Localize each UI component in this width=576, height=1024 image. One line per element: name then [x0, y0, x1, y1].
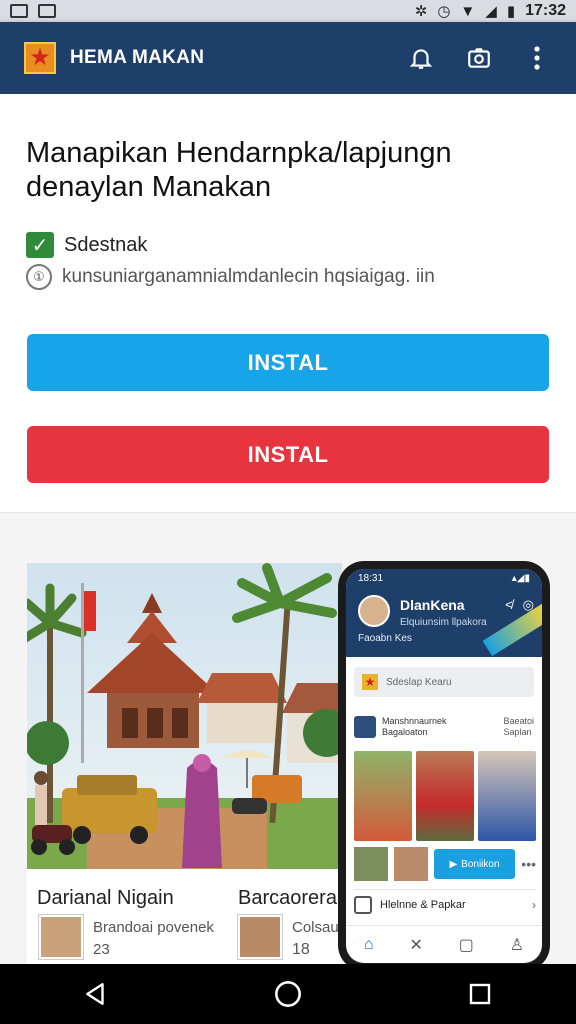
avatar [354, 716, 376, 738]
intro-section: Manapikan Hendarnpka/lapjungn denaylan M… [0, 94, 576, 512]
phone-bottom-nav: ⌂ ✕ ▢ ♙ [346, 925, 542, 963]
install-button-secondary[interactable]: INSTAL [27, 426, 549, 483]
share-icon: ≮ [505, 597, 513, 612]
back-icon [86, 983, 104, 1005]
post-subtitle: Bagaloaton [382, 727, 428, 737]
phone-post: Manshnnaurnek Bagaloaton Baeatoi Saplan [354, 709, 534, 745]
phone-media-row: ▶ Boniikon ••• [354, 847, 536, 881]
profile-label: Faoabn Kes [358, 633, 412, 644]
phone-screen: 18:31 ▴◢▮ DlanKena Elquiunsim llpakora F… [346, 569, 542, 963]
home-icon: ⌂ [363, 935, 374, 953]
status-time: 17:32 [525, 2, 566, 19]
checkbox-label: Sdestnak [64, 233, 148, 256]
mail-icon [38, 4, 56, 18]
recents-button[interactable] [460, 974, 500, 1014]
card-subtitle: Brandoai povenek [93, 919, 214, 936]
profile-subtitle: Elquiunsim llpakora [400, 617, 487, 628]
battery-icon: ▮ [506, 2, 516, 20]
checkbox-row[interactable]: ✓ Sdestnak [26, 232, 147, 258]
post-title: Manshnnaurnek [382, 716, 447, 726]
thumbnail [478, 751, 536, 841]
screen: ✲ ◷ ▼ ◢ ▮ 17:32 ★ HEMA MAKAN Manapikan H… [0, 0, 576, 1024]
page-title: Manapikan Hendarnpka/lapjungn denaylan M… [26, 137, 452, 203]
signal-icon: ◢ [485, 2, 497, 20]
list-item-label: Hlelnne & Papkar [380, 898, 466, 911]
info-text: kunsuniarganamnialmdanlecin hqsiaigag. i… [62, 266, 435, 287]
post-side-b: Saplan [503, 727, 532, 737]
more-vert-icon[interactable] [522, 43, 552, 73]
card-title: Darianal Nigain [37, 887, 174, 909]
info-row: ① kunsuniarganamnialmdanlecin hqsiaigag.… [26, 264, 556, 290]
image-icon [10, 4, 28, 18]
bell-icon[interactable] [406, 43, 436, 73]
phone-search-bar: ★ Sdeslap Kearu [354, 667, 534, 697]
screenshot-card[interactable]: Darianal Nigain Barcaorera Brandoai pove… [27, 563, 342, 965]
post-side-a: Baeatoi [503, 716, 534, 726]
play-icon: ▶ [449, 858, 458, 870]
card-count: 23 [93, 941, 110, 958]
phone-list-item: Hlelnne & Papkar › [354, 889, 536, 919]
more-horiz-icon: ••• [521, 856, 537, 872]
app-title: HEMA MAKAN [70, 47, 205, 68]
camera-icon[interactable] [464, 43, 494, 73]
avatar [39, 915, 83, 959]
status-right: ✲ ◷ ▼ ◢ ▮ 17:32 [415, 2, 566, 20]
alarm-icon: ◷ [437, 2, 451, 20]
app-logo-icon: ★ [362, 674, 378, 690]
phone-thumbnails [354, 751, 536, 841]
phone-search-placeholder: Sdeslap Kearu [386, 676, 452, 688]
post-text: Manshnnaurnek Bagaloaton [382, 716, 447, 738]
phone-mockup: 18:31 ▴◢▮ DlanKena Elquiunsim llpakora F… [338, 561, 550, 971]
person-icon: ♙ [509, 936, 525, 954]
post-side: Baeatoi Saplan [503, 716, 534, 738]
home-circle-icon [275, 981, 301, 1007]
phone-status-time: 18:31 [358, 572, 384, 584]
chevron-right-icon: › [532, 897, 536, 912]
checkbox[interactable]: ✓ [26, 232, 54, 258]
avatar [358, 595, 390, 627]
phone-profile-header: DlanKena Elquiunsim llpakora Faoabn Kes … [346, 587, 542, 657]
tools-icon: ✕ [409, 936, 423, 954]
back-button[interactable] [76, 974, 116, 1014]
thumbnail [354, 751, 412, 841]
thumbnail [416, 751, 474, 841]
screenshot-gallery[interactable]: Darianal Nigain Barcaorera Brandoai pove… [0, 512, 576, 971]
wifi-icon: ▼ [460, 2, 476, 20]
bookmark-icon: ▢ [458, 936, 474, 954]
phone-status-bar: 18:31 ▴◢▮ [346, 569, 542, 587]
status-left [10, 4, 56, 18]
install-button-primary[interactable]: INSTAL [27, 334, 549, 391]
home-button[interactable] [268, 974, 308, 1014]
phone-signal-icon: ▴◢▮ [511, 572, 530, 584]
status-bar: ✲ ◷ ▼ ◢ ▮ 17:32 [0, 0, 576, 22]
recents-icon [469, 983, 491, 1005]
phone-play-button: ▶ Boniikon [433, 849, 516, 879]
card-title: Barcaorera [238, 887, 337, 909]
app-actions [406, 43, 552, 73]
thumbnail [393, 847, 428, 881]
info-icon: ① [26, 264, 52, 290]
gear-icon: ✲ [414, 2, 428, 20]
card-subtitle: Colsaua [292, 919, 342, 936]
play-label: Boniikon [461, 858, 500, 870]
avatar [238, 915, 282, 959]
thumbnail [354, 847, 388, 881]
card-count: 18 [292, 941, 310, 958]
app-logo-icon: ★ [24, 42, 56, 74]
grid-icon [354, 895, 372, 914]
app-bar: ★ HEMA MAKAN [0, 22, 576, 94]
system-nav-bar [0, 964, 576, 1024]
village-scene-image [27, 563, 342, 869]
profile-name: DlanKena [400, 597, 465, 613]
